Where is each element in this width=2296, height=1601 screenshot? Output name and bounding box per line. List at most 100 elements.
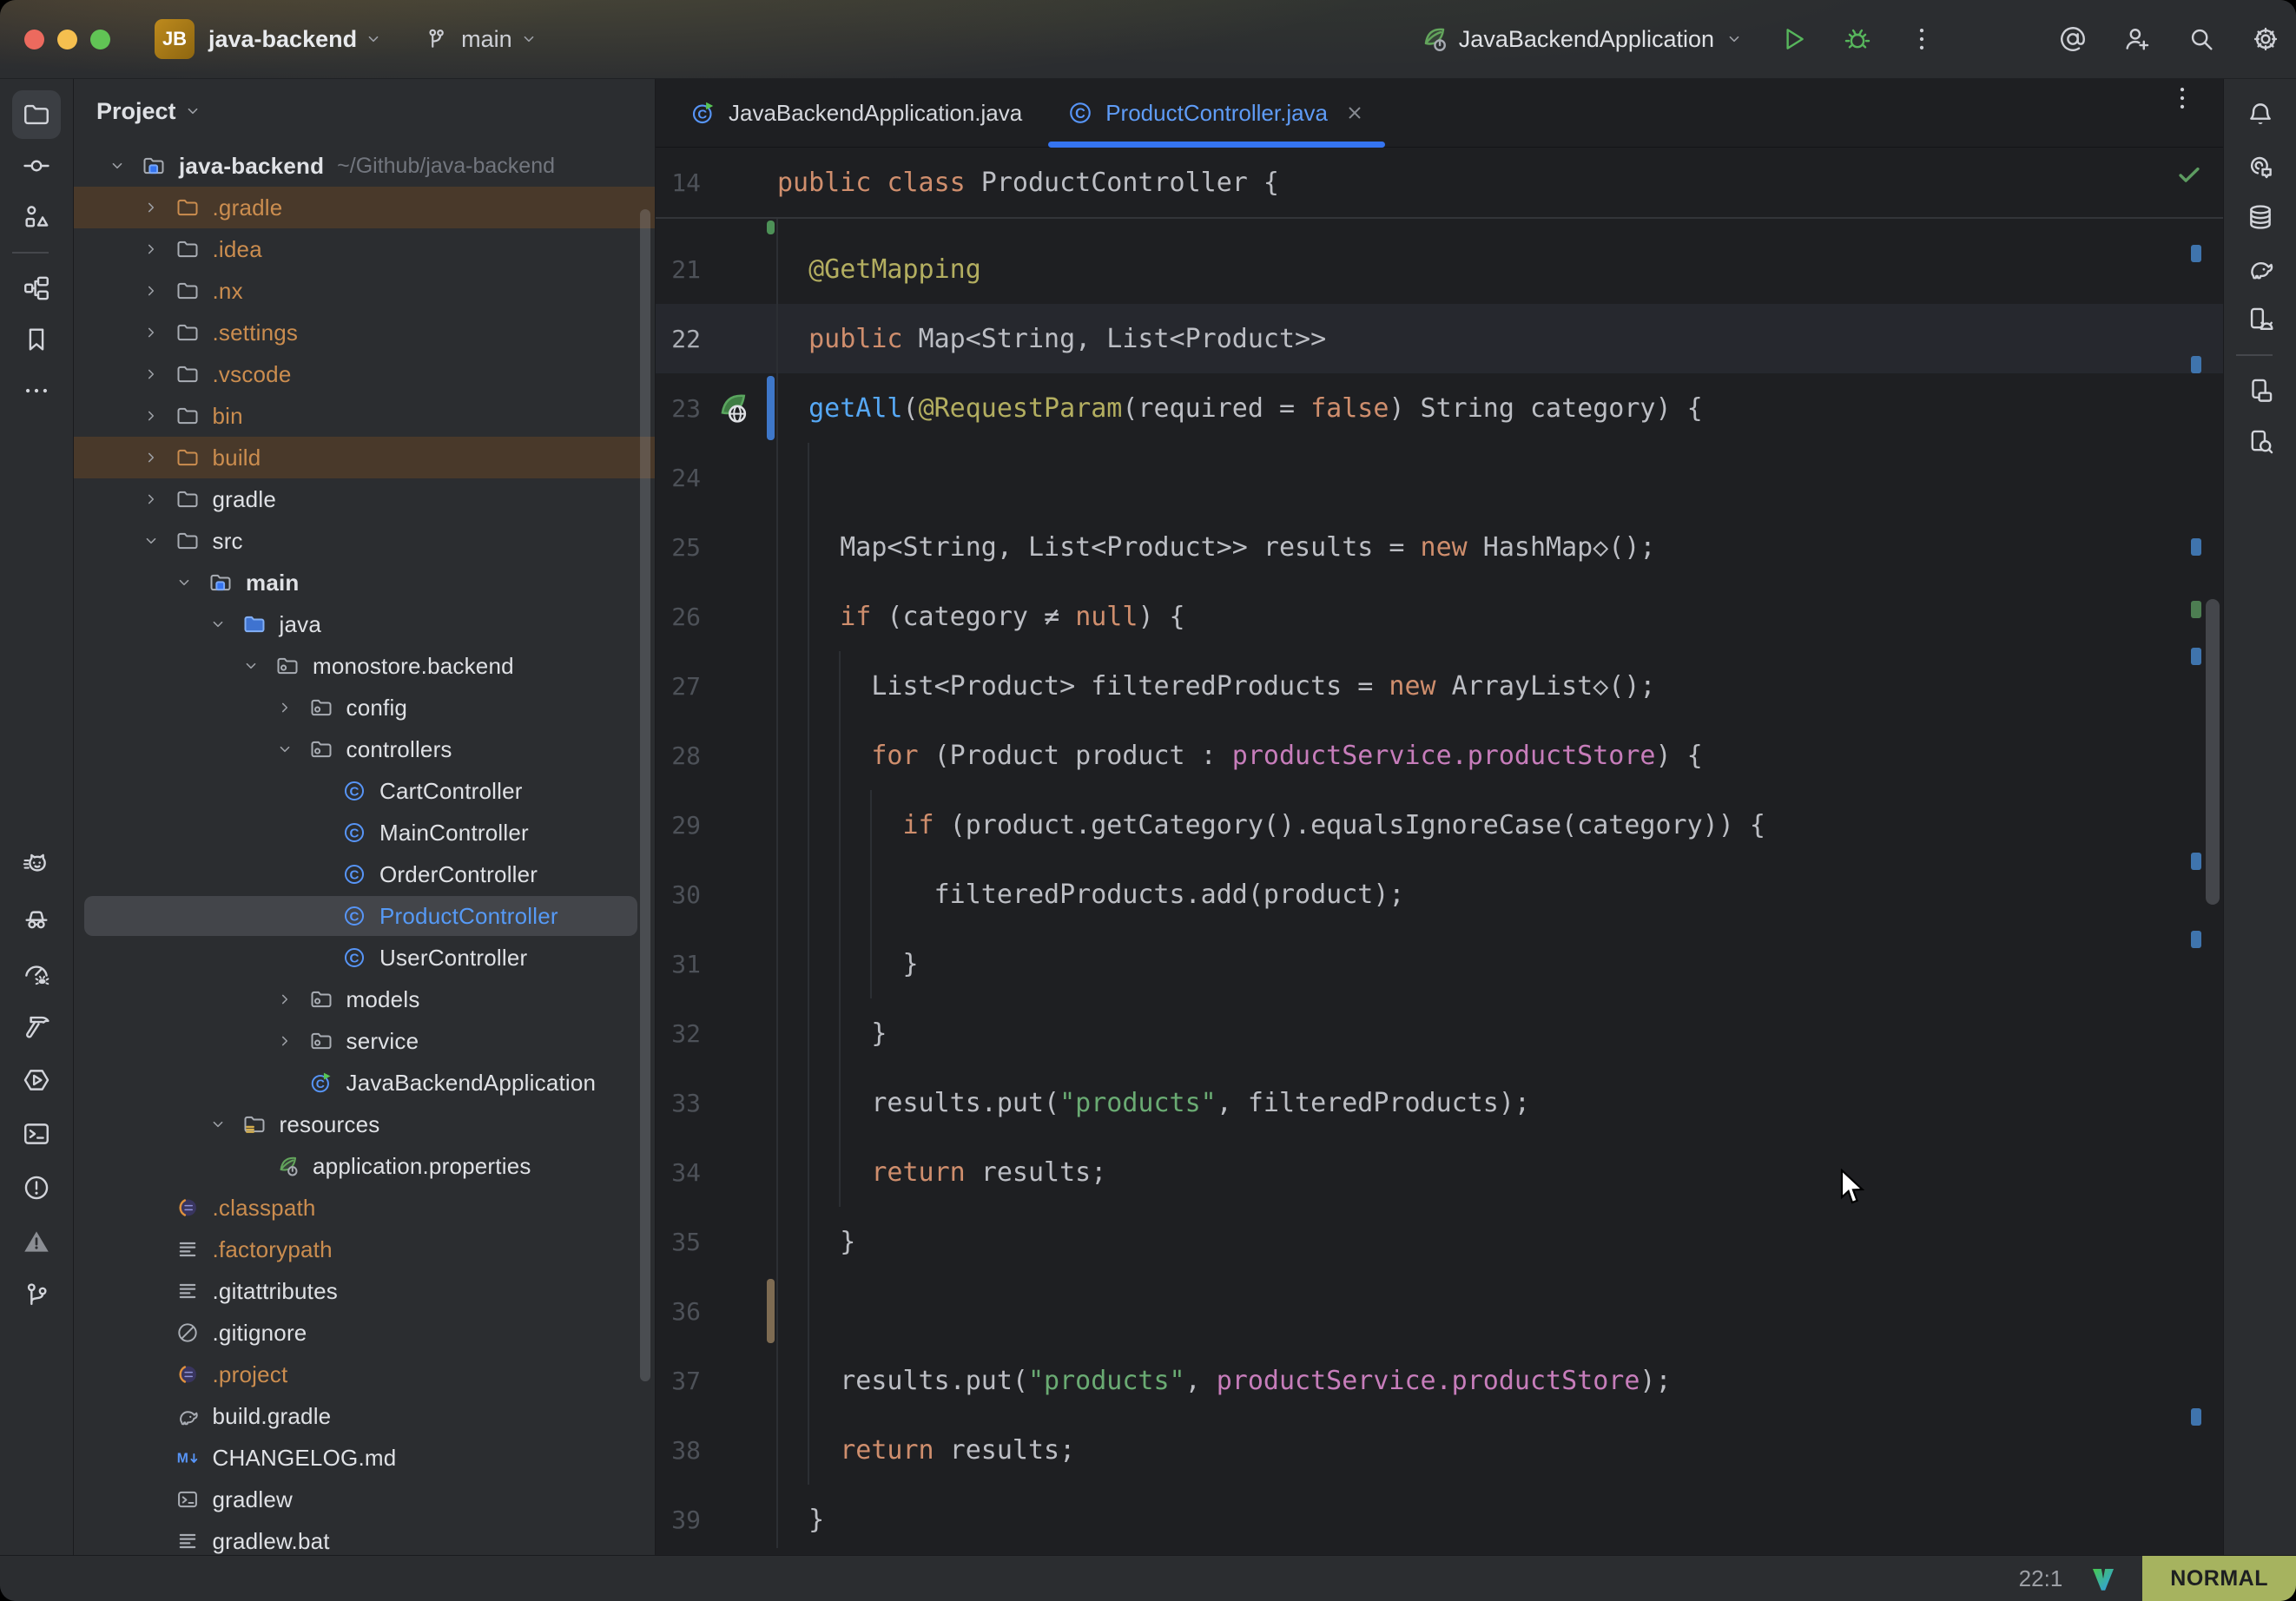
tree-item-controllers[interactable]: controllers — [74, 728, 655, 770]
chevron-right-icon[interactable] — [274, 988, 296, 1011]
gutter[interactable]: 32 — [656, 1013, 764, 1053]
chevron-right-icon[interactable] — [140, 280, 162, 302]
tree-item-gradlew[interactable]: gradlew — [74, 1479, 655, 1520]
tool-commit-button[interactable] — [12, 142, 61, 190]
tool-more-button[interactable] — [12, 366, 61, 415]
tree-item-src[interactable]: src — [74, 520, 655, 562]
stripe-changed-mark[interactable] — [2191, 853, 2201, 870]
gutter[interactable]: 37 — [656, 1361, 764, 1400]
tool-ai-assistant-button[interactable] — [2236, 142, 2285, 190]
gutter[interactable]: 24 — [656, 458, 764, 497]
tool-cat-plugin-button[interactable] — [12, 840, 61, 889]
tree-item-application.properties[interactable]: application.properties — [74, 1145, 655, 1187]
code-line-25[interactable]: 25 Map<String, List<Product>> results = … — [656, 512, 2223, 582]
tree-item-.gitattributes[interactable]: .gitattributes — [74, 1270, 655, 1312]
code-line-32[interactable]: 32 } — [656, 998, 2223, 1068]
add-user-button[interactable] — [2122, 24, 2152, 54]
editor-options-button[interactable] — [2167, 83, 2197, 113]
stripe-changed-mark[interactable] — [2191, 356, 2201, 373]
close-window-button[interactable] — [24, 30, 44, 49]
chevron-down-icon[interactable] — [240, 655, 262, 677]
stripe-changed-mark[interactable] — [2191, 648, 2201, 665]
gutter[interactable]: 23 — [656, 388, 764, 428]
tool-device-manager-button[interactable] — [2236, 295, 2285, 344]
code-line-35[interactable]: 35 } — [656, 1207, 2223, 1276]
gutter[interactable]: 14 — [656, 162, 764, 202]
project-widget[interactable]: java-backend — [208, 26, 357, 53]
tree-item-CartController[interactable]: CCartController — [74, 770, 655, 812]
chevron-right-icon[interactable] — [140, 405, 162, 427]
tree-item-build.gradle[interactable]: build.gradle — [74, 1395, 655, 1437]
code-line-34[interactable]: 34 return results; — [656, 1137, 2223, 1207]
project-view-title[interactable]: Project — [96, 98, 176, 125]
run-configuration-widget[interactable]: JavaBackendApplication — [1419, 24, 1744, 54]
code-line-24[interactable]: 24 — [656, 443, 2223, 512]
tool-profiler-button[interactable] — [12, 948, 61, 997]
gutter[interactable]: 33 — [656, 1083, 764, 1123]
tree-item-resources[interactable]: resources — [74, 1104, 655, 1145]
vcs-change-marker[interactable] — [767, 1279, 775, 1343]
run-button[interactable] — [1778, 24, 1808, 54]
gutter[interactable]: 27 — [656, 666, 764, 706]
tree-item-JavaBackendApplication[interactable]: CJavaBackendApplication — [74, 1062, 655, 1104]
tree-item-CHANGELOG.md[interactable]: MCHANGELOG.md — [74, 1437, 655, 1479]
chevron-right-icon[interactable] — [140, 321, 162, 344]
tree-item-.project[interactable]: .project — [74, 1354, 655, 1395]
tree-item-.settings[interactable]: .settings — [74, 312, 655, 353]
gutter[interactable]: 35 — [656, 1222, 764, 1262]
gutter[interactable]: 25 — [656, 527, 764, 567]
chevron-right-icon[interactable] — [140, 488, 162, 511]
search-everywhere-button[interactable] — [2187, 24, 2216, 54]
gutter[interactable]: 26 — [656, 596, 764, 636]
chevron-down-icon[interactable] — [207, 1113, 229, 1136]
tree-item-gradlew.bat[interactable]: gradlew.bat — [74, 1520, 655, 1555]
tool-terminal-button[interactable] — [12, 1110, 61, 1158]
tool-hierarchy-button[interactable] — [12, 264, 61, 313]
gutter[interactable]: 29 — [656, 805, 764, 845]
tree-item-UserController[interactable]: CUserController — [74, 937, 655, 978]
tree-item-MainController[interactable]: CMainController — [74, 812, 655, 853]
tree-item-.gitignore[interactable]: .gitignore — [74, 1312, 655, 1354]
tree-item-bin[interactable]: bin — [74, 395, 655, 437]
settings-button[interactable] — [2251, 24, 2280, 54]
code-line-37[interactable]: 37 results.put("products", productServic… — [656, 1346, 2223, 1415]
tree-item-monostore.backend[interactable]: monostore.backend — [74, 645, 655, 687]
tree-item-OrderController[interactable]: COrderController — [74, 853, 655, 895]
tool-gradle-tool-button[interactable] — [2236, 244, 2285, 293]
chevron-down-icon[interactable] — [140, 530, 162, 552]
gutter[interactable]: 30 — [656, 874, 764, 914]
tab-ProductController.java[interactable]: CProductController.java — [1045, 79, 1389, 147]
code-editor[interactable]: 14public class ProductController { 21 @G… — [656, 148, 2223, 1555]
zoom-window-button[interactable] — [90, 30, 110, 49]
tool-incognito-button[interactable] — [12, 894, 61, 943]
tool-warnings-button[interactable] — [12, 1217, 61, 1266]
stripe-changed-mark[interactable] — [2191, 931, 2201, 948]
tree-item-gradle[interactable]: gradle — [74, 478, 655, 520]
tool-bookmarks-button[interactable] — [12, 315, 61, 364]
code-line-29[interactable]: 29 if (product.getCategory().equalsIgnor… — [656, 790, 2223, 860]
gutter[interactable]: 28 — [656, 735, 764, 775]
code-line-38[interactable]: 38 return results; — [656, 1415, 2223, 1485]
gutter[interactable]: 39 — [656, 1499, 764, 1539]
gutter[interactable]: 22 — [656, 319, 764, 359]
tree-item-build[interactable]: build — [74, 437, 655, 478]
tool-database-button[interactable] — [2236, 193, 2285, 241]
tree-item-models[interactable]: models — [74, 978, 655, 1020]
chevron-right-icon[interactable] — [140, 196, 162, 219]
stripe-added-mark[interactable] — [2191, 601, 2201, 618]
chevron-down-icon[interactable] — [173, 571, 195, 594]
code-line-26[interactable]: 26 if (category ≠ null) { — [656, 582, 2223, 651]
debug-button[interactable] — [1843, 24, 1872, 54]
tree-item-java[interactable]: java — [74, 603, 655, 645]
close-tab-icon[interactable] — [1343, 102, 1366, 124]
gutter[interactable]: 21 — [656, 249, 764, 289]
gutter[interactable]: 34 — [656, 1152, 764, 1192]
code-line-27[interactable]: 27 List<Product> filteredProducts = new … — [656, 651, 2223, 721]
code-line-28[interactable]: 28 for (Product product : productService… — [656, 721, 2223, 790]
inspections-ok-icon[interactable] — [2174, 160, 2204, 189]
tree-item-.vscode[interactable]: .vscode — [74, 353, 655, 395]
tool-notifications-button[interactable] — [2236, 90, 2285, 139]
tree-item-java-backend[interactable]: java-backend~/Github/java-backend — [74, 145, 655, 187]
tree-item-.gradle[interactable]: .gradle — [74, 187, 655, 228]
tool-device-file-search-button[interactable] — [2236, 418, 2285, 466]
